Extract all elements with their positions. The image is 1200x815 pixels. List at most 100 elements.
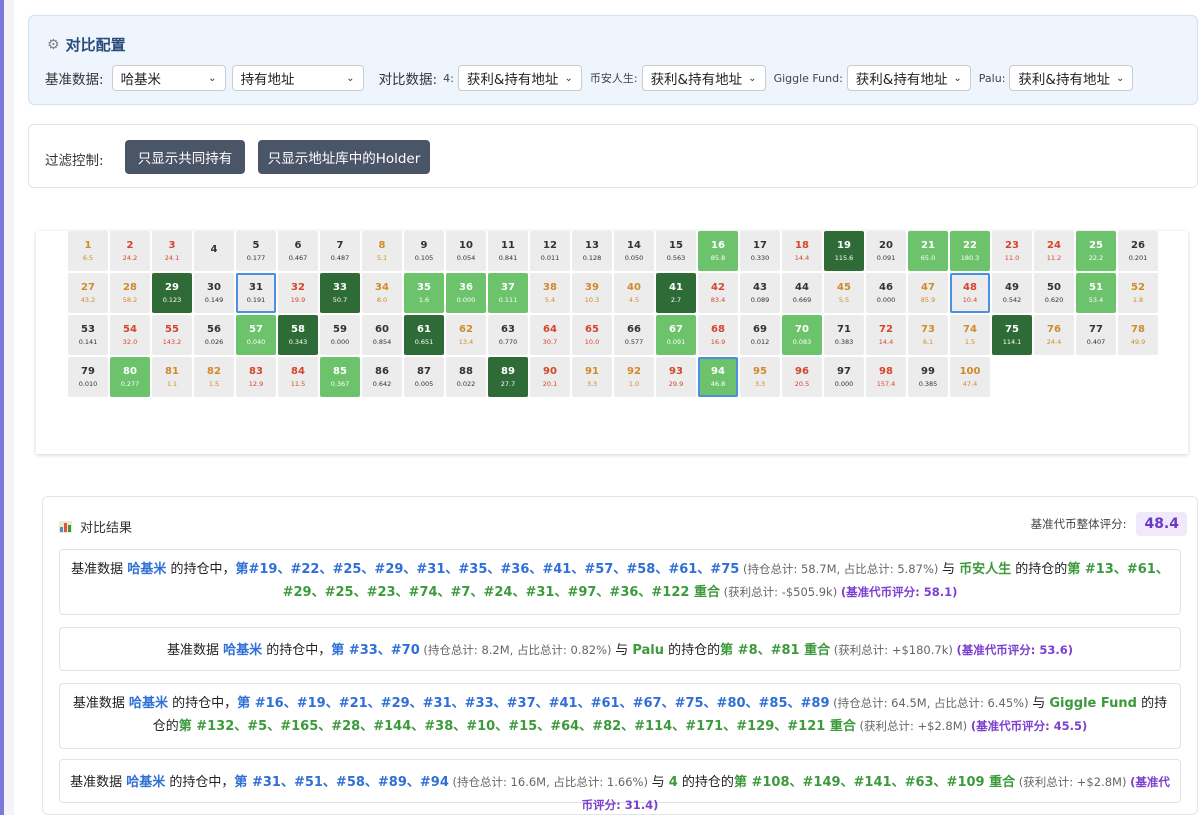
holder-cell[interactable]: 30 0.149 — [194, 273, 234, 313]
holder-cell[interactable]: 53 0.141 — [68, 315, 108, 355]
holder-cell[interactable]: 5 0.177 — [236, 231, 276, 271]
base-mode-select[interactable]: 持有地址 ⌄ — [231, 65, 364, 91]
holder-cell[interactable]: 81 1.1 — [152, 357, 192, 397]
holder-cell[interactable]: 28 58.2 — [110, 273, 150, 313]
base-token-select[interactable]: 哈基米 ⌄ — [111, 65, 226, 91]
holder-cell[interactable]: 6 0.467 — [278, 231, 318, 271]
holder-cell[interactable]: 83 12.9 — [236, 357, 276, 397]
holder-cell[interactable]: 27 43.2 — [68, 273, 108, 313]
holder-cell[interactable]: 42 83.4 — [698, 273, 738, 313]
holder-cell[interactable]: 25 22.2 — [1076, 231, 1116, 271]
holder-cell[interactable]: 15 0.563 — [656, 231, 696, 271]
compare-3-select[interactable]: 获利&持有地址 ⌄ — [846, 65, 971, 91]
holder-cell[interactable]: 2 24.2 — [110, 231, 150, 271]
holder-cell[interactable]: 3 24.1 — [152, 231, 192, 271]
holder-cell[interactable]: 17 0.330 — [740, 231, 780, 271]
holder-cell[interactable]: 63 0.770 — [488, 315, 528, 355]
holder-cell[interactable]: 71 0.383 — [824, 315, 864, 355]
show-library-holder-button[interactable]: 只显示地址库中的Holder — [258, 140, 430, 174]
holder-cell[interactable]: 58 0.343 — [278, 315, 318, 355]
holder-cell[interactable]: 65 10.0 — [572, 315, 612, 355]
holder-cell[interactable]: 14 0.050 — [614, 231, 654, 271]
holder-cell[interactable]: 36 0.000 — [446, 273, 486, 313]
holder-cell[interactable]: 74 1.5 — [950, 315, 990, 355]
holder-cell[interactable]: 10 0.054 — [446, 231, 486, 271]
holder-cell[interactable]: 9 0.105 — [404, 231, 444, 271]
compare-2-select[interactable]: 获利&持有地址 ⌄ — [641, 65, 766, 91]
holder-cell[interactable]: 32 19.9 — [278, 273, 318, 313]
holder-cell[interactable]: 92 1.0 — [614, 357, 654, 397]
compare-4-select[interactable]: 获利&持有地址 ⌄ — [1009, 65, 1134, 91]
holder-cell[interactable]: 98 157.4 — [866, 357, 906, 397]
holder-cell[interactable]: 21 65.0 — [908, 231, 948, 271]
holder-cell[interactable]: 41 2.7 — [656, 273, 696, 313]
holder-cell[interactable]: 1 6.5 — [68, 231, 108, 271]
holder-cell[interactable]: 19 115.6 — [824, 231, 864, 271]
holder-cell[interactable]: 77 0.407 — [1076, 315, 1116, 355]
holder-cell[interactable]: 24 11.2 — [1034, 231, 1074, 271]
holder-cell[interactable]: 37 0.111 — [488, 273, 528, 313]
holder-cell[interactable]: 85 0.367 — [320, 357, 360, 397]
holder-cell[interactable]: 90 20.1 — [530, 357, 570, 397]
holder-cell[interactable]: 23 11.0 — [992, 231, 1032, 271]
holder-cell[interactable]: 89 27.7 — [488, 357, 528, 397]
holder-cell[interactable]: 44 0.669 — [782, 273, 822, 313]
holder-cell[interactable]: 49 0.542 — [992, 273, 1032, 313]
holder-cell[interactable]: 87 0.005 — [404, 357, 444, 397]
show-common-button[interactable]: 只显示共同持有 — [125, 140, 245, 174]
holder-cell[interactable]: 29 0.123 — [152, 273, 192, 313]
holder-cell[interactable]: 68 16.9 — [698, 315, 738, 355]
compare-1-select[interactable]: 获利&持有地址 ⌄ — [457, 65, 582, 91]
holder-cell[interactable]: 26 0.201 — [1118, 231, 1158, 271]
holder-cell[interactable]: 46 0.000 — [866, 273, 906, 313]
holder-cell[interactable]: 70 0.083 — [782, 315, 822, 355]
holder-cell[interactable]: 48 10.4 — [950, 273, 990, 313]
holder-cell[interactable]: 57 0.040 — [236, 315, 276, 355]
holder-cell[interactable]: 33 50.7 — [320, 273, 360, 313]
holder-cell[interactable]: 76 24.4 — [1034, 315, 1074, 355]
holder-cell[interactable]: 95 3.3 — [740, 357, 780, 397]
holder-cell[interactable]: 100 47.4 — [950, 357, 990, 397]
holder-cell[interactable]: 99 0.385 — [908, 357, 948, 397]
holder-cell[interactable]: 80 0.277 — [110, 357, 150, 397]
holder-cell[interactable]: 51 53.4 — [1076, 273, 1116, 313]
holder-cell[interactable]: 96 20.5 — [782, 357, 822, 397]
holder-cell[interactable]: 60 0.854 — [362, 315, 402, 355]
holder-cell[interactable]: 54 32.0 — [110, 315, 150, 355]
holder-cell[interactable]: 78 49.9 — [1118, 315, 1158, 355]
holder-cell[interactable]: 73 6.1 — [908, 315, 948, 355]
holder-cell[interactable]: 31 0.191 — [236, 273, 276, 313]
holder-cell[interactable]: 18 14.4 — [782, 231, 822, 271]
holder-cell[interactable]: 82 1.5 — [194, 357, 234, 397]
holder-cell[interactable]: 50 0.620 — [1034, 273, 1074, 313]
holder-cell[interactable]: 91 3.3 — [572, 357, 612, 397]
holder-cell[interactable]: 45 5.5 — [824, 273, 864, 313]
holder-cell[interactable]: 72 14.4 — [866, 315, 906, 355]
holder-cell[interactable]: 12 0.011 — [530, 231, 570, 271]
holder-cell[interactable]: 84 11.5 — [278, 357, 318, 397]
holder-cell[interactable]: 38 5.4 — [530, 273, 570, 313]
holder-cell[interactable]: 16 85.8 — [698, 231, 738, 271]
holder-cell[interactable]: 34 8.0 — [362, 273, 402, 313]
holder-cell[interactable]: 62 13.4 — [446, 315, 486, 355]
holder-cell[interactable]: 64 30.7 — [530, 315, 570, 355]
holder-cell[interactable]: 43 0.089 — [740, 273, 780, 313]
holder-cell[interactable]: 93 29.9 — [656, 357, 696, 397]
holder-cell[interactable]: 55 143.2 — [152, 315, 192, 355]
holder-cell[interactable]: 13 0.128 — [572, 231, 612, 271]
holder-cell[interactable]: 75 114.1 — [992, 315, 1032, 355]
holder-cell[interactable]: 69 0.012 — [740, 315, 780, 355]
holder-cell[interactable]: 40 4.5 — [614, 273, 654, 313]
holder-cell[interactable]: 20 0.091 — [866, 231, 906, 271]
holder-cell[interactable]: 4 — [194, 231, 234, 271]
holder-cell[interactable]: 7 0.487 — [320, 231, 360, 271]
holder-cell[interactable]: 47 85.9 — [908, 273, 948, 313]
holder-cell[interactable]: 67 0.091 — [656, 315, 696, 355]
holder-cell[interactable]: 66 0.577 — [614, 315, 654, 355]
holder-cell[interactable]: 79 0.010 — [68, 357, 108, 397]
holder-cell[interactable]: 39 10.3 — [572, 273, 612, 313]
holder-cell[interactable]: 86 0.642 — [362, 357, 402, 397]
holder-cell[interactable]: 56 0.026 — [194, 315, 234, 355]
holder-cell[interactable]: 35 1.6 — [404, 273, 444, 313]
holder-cell[interactable]: 52 1.8 — [1118, 273, 1158, 313]
